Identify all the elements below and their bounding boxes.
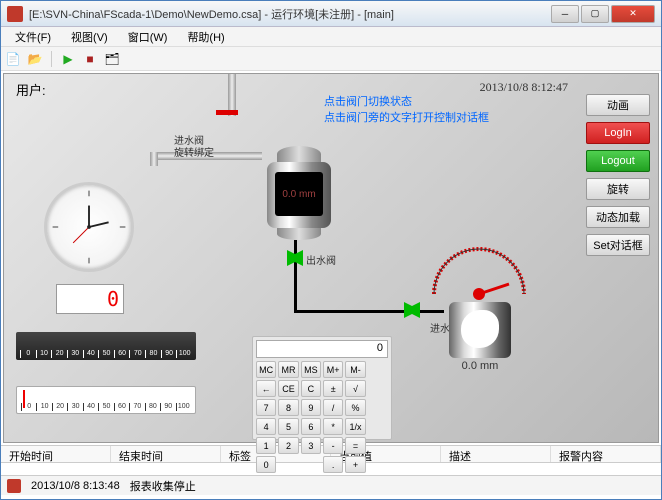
setdlg-button[interactable]: Set对话框 (586, 234, 650, 256)
calc-btn[interactable]: 1/x (345, 418, 365, 435)
play-icon[interactable]: ▶ (60, 51, 76, 67)
window-title: [E:\SVN-China\FScada-1\Demo\NewDemo.csa]… (29, 6, 551, 22)
calc-btn[interactable]: . (323, 456, 343, 473)
calc-btn[interactable]: 9 (301, 399, 321, 416)
calc-btn[interactable]: ← (256, 380, 276, 397)
menubar: 文件(F) 视图(V) 窗口(W) 帮助(H) (1, 27, 661, 47)
dynload-button[interactable]: 动态加载 (586, 206, 650, 228)
windows-icon[interactable]: 🗂 (104, 51, 120, 67)
menu-window[interactable]: 窗口(W) (118, 27, 178, 46)
col-start[interactable]: 开始时间 (1, 446, 111, 462)
hint-line1: 点击阀门切换状态 (324, 94, 489, 110)
calc-btn[interactable]: 2 (278, 437, 298, 454)
scada-canvas: 用户: 2013/10/8 8:12:47 点击阀门切换状态 点击阀门旁的文字打… (3, 73, 659, 443)
status-time: 2013/10/8 8:13:48 (31, 480, 120, 492)
stop-icon[interactable]: ■ (82, 51, 98, 67)
calc-btn[interactable]: * (323, 418, 343, 435)
col-desc[interactable]: 描述 (441, 446, 551, 462)
hint-text: 点击阀门切换状态 点击阀门旁的文字打开控制对话框 (324, 94, 489, 126)
ruler-light: 0102030405060708090100 (16, 386, 196, 414)
logout-button[interactable]: Logout (586, 150, 650, 172)
status-icon (7, 479, 21, 493)
calc-btn[interactable]: 4 (256, 418, 276, 435)
calc-btn[interactable]: √ (345, 380, 365, 397)
calc-btn[interactable]: + (345, 456, 365, 473)
maximize-button[interactable]: ▢ (581, 5, 609, 23)
status-msg: 报表收集停止 (130, 478, 196, 494)
menu-file[interactable]: 文件(F) (5, 27, 61, 46)
calc-btn[interactable]: 6 (301, 418, 321, 435)
tank-display: 0.0 mm (275, 172, 323, 216)
pointer-icon (23, 390, 25, 408)
close-button[interactable]: ✕ (611, 5, 655, 23)
rotate-button[interactable]: 旋转 (586, 178, 650, 200)
hint-line2: 点击阀门旁的文字打开控制对话框 (324, 110, 489, 126)
col-alarm[interactable]: 报警内容 (551, 446, 661, 462)
calc-btn[interactable]: MR (278, 361, 298, 378)
inlet-valve-2[interactable] (404, 302, 420, 318)
rotate-bind-label: 旋转绑定 (174, 144, 214, 159)
outlet-valve[interactable] (287, 250, 303, 266)
calc-btn[interactable]: CE (278, 380, 298, 397)
pipe (150, 152, 158, 166)
anim-button[interactable]: 动画 (586, 94, 650, 116)
calculator: 0 MCMRMSM+M-←CEC±√789/%456*1/x123-=0.+ (252, 336, 392, 440)
calc-btn[interactable]: % (345, 399, 365, 416)
menu-view[interactable]: 视图(V) (61, 27, 118, 46)
separator (51, 51, 52, 67)
calc-btn[interactable]: MC (256, 361, 276, 378)
menu-help[interactable]: 帮助(H) (177, 27, 234, 46)
user-label: 用户: (16, 80, 46, 99)
calc-btn[interactable]: MS (301, 361, 321, 378)
toolbar: 📄 📂 ▶ ■ 🗂 (1, 47, 661, 71)
outlet-valve-label[interactable]: 出水阀 (306, 252, 336, 267)
calc-btn[interactable]: C (301, 380, 321, 397)
pipe (294, 310, 444, 313)
minimize-button[interactable]: ─ (551, 5, 579, 23)
calc-btn[interactable]: 1 (256, 437, 276, 454)
gauge (424, 234, 534, 304)
button-panel: 动画 LogIn Logout 旋转 动态加载 Set对话框 (586, 94, 650, 256)
new-icon[interactable]: 📄 (5, 51, 21, 67)
tank2-reading: 0.0 mm (449, 360, 511, 372)
col-end[interactable]: 结束时间 (111, 446, 221, 462)
ruler-dark: 0102030405060708090100 (16, 332, 196, 360)
login-button[interactable]: LogIn (586, 122, 650, 144)
titlebar: [E:\SVN-China\FScada-1\Demo\NewDemo.csa]… (1, 1, 661, 27)
open-icon[interactable]: 📂 (27, 51, 43, 67)
tank: 0.0 mm (259, 146, 339, 238)
calc-btn[interactable]: 8 (278, 399, 298, 416)
tank2: 0.0 mm (449, 302, 511, 372)
calc-btn[interactable]: 3 (301, 437, 321, 454)
calc-btn[interactable]: - (323, 437, 343, 454)
calc-btn[interactable]: M- (345, 361, 365, 378)
calc-display: 0 (256, 340, 388, 358)
calc-btn[interactable]: M+ (323, 361, 343, 378)
analog-clock (44, 182, 134, 272)
digit-display: 0 (56, 284, 124, 314)
calc-btn[interactable]: 7 (256, 399, 276, 416)
calc-btn[interactable]: ± (323, 380, 343, 397)
calc-btn[interactable]: 5 (278, 418, 298, 435)
calc-btn[interactable]: / (323, 399, 343, 416)
datetime-display: 2013/10/8 8:12:47 (480, 80, 568, 95)
statusbar: 2013/10/8 8:13:48 报表收集停止 (1, 475, 661, 495)
app-icon (7, 6, 23, 22)
valve-handle-icon[interactable] (216, 110, 238, 115)
calc-btn[interactable]: = (345, 437, 365, 454)
calc-btn[interactable]: 0 (256, 456, 276, 473)
